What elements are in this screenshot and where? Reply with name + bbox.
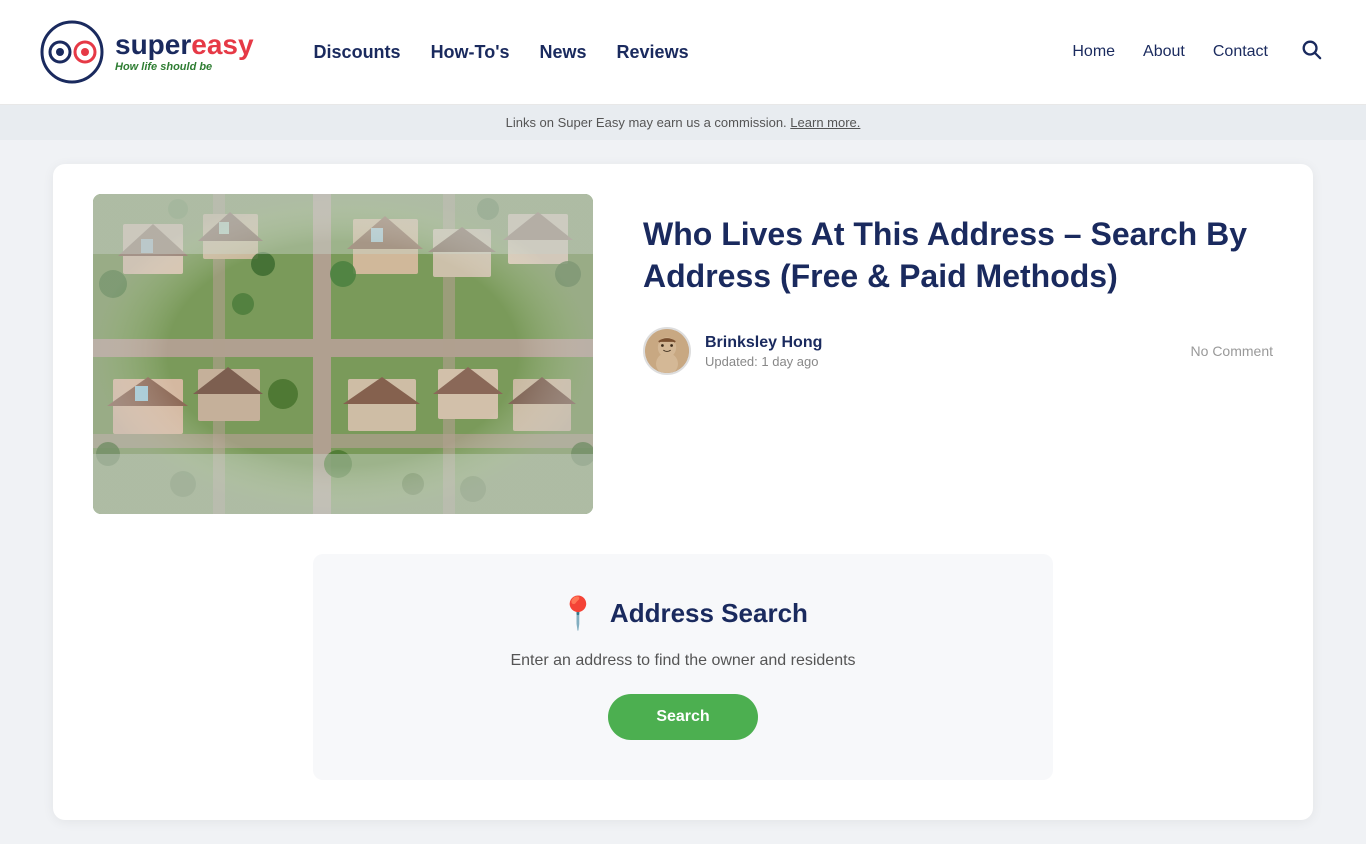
nav-about[interactable]: About (1143, 43, 1185, 61)
main-content: Who Lives At This Address – Search By Ad… (33, 164, 1333, 820)
author-avatar-image (645, 329, 689, 373)
nav-contact[interactable]: Contact (1213, 43, 1268, 61)
author-name: Brinksley Hong (705, 334, 822, 352)
address-search-button[interactable]: Search (608, 694, 757, 740)
hero-text: Who Lives At This Address – Search By Ad… (643, 194, 1273, 375)
logo-tagline: How life should be (115, 61, 254, 73)
main-nav: Discounts How-To's News Reviews (314, 42, 1073, 63)
map-pin-icon: 📍 (558, 594, 598, 632)
no-comment: No Comment (1191, 343, 1273, 359)
hero-image (93, 194, 593, 514)
logo-easy: easy (191, 29, 253, 60)
site-header: supereasy How life should be Discounts H… (0, 0, 1366, 105)
widget-title: Address Search (610, 598, 808, 629)
logo-text-group: supereasy How life should be (115, 31, 254, 73)
widget-subtitle: Enter an address to find the owner and r… (343, 652, 1023, 670)
author-updated: Updated: 1 day ago (705, 354, 822, 369)
commission-bar: Links on Super Easy may earn us a commis… (0, 105, 1366, 140)
commission-text: Links on Super Easy may earn us a commis… (506, 115, 787, 130)
nav-home[interactable]: Home (1072, 43, 1115, 61)
hero-section: Who Lives At This Address – Search By Ad… (93, 194, 1273, 514)
learn-more-link[interactable]: Learn more. (790, 115, 860, 130)
search-button[interactable] (1296, 34, 1326, 70)
author-avatar (643, 327, 691, 375)
nav-discounts[interactable]: Discounts (314, 42, 401, 63)
widget-title-row: 📍 Address Search (343, 594, 1023, 632)
logo-link[interactable]: supereasy How life should be (40, 20, 254, 85)
article-title: Who Lives At This Address – Search By Ad… (643, 214, 1273, 297)
right-nav: Home About Contact (1072, 34, 1326, 70)
author-row: Brinksley Hong Updated: 1 day ago No Com… (643, 327, 1273, 375)
nav-news[interactable]: News (540, 42, 587, 63)
logo-icon (40, 20, 105, 85)
address-widget: 📍 Address Search Enter an address to fin… (313, 554, 1053, 780)
logo-super: super (115, 29, 191, 60)
nav-reviews[interactable]: Reviews (617, 42, 689, 63)
nav-howtos[interactable]: How-To's (431, 42, 510, 63)
author-info: Brinksley Hong Updated: 1 day ago (643, 327, 822, 375)
author-details: Brinksley Hong Updated: 1 day ago (705, 334, 822, 369)
article-card: Who Lives At This Address – Search By Ad… (53, 164, 1313, 820)
